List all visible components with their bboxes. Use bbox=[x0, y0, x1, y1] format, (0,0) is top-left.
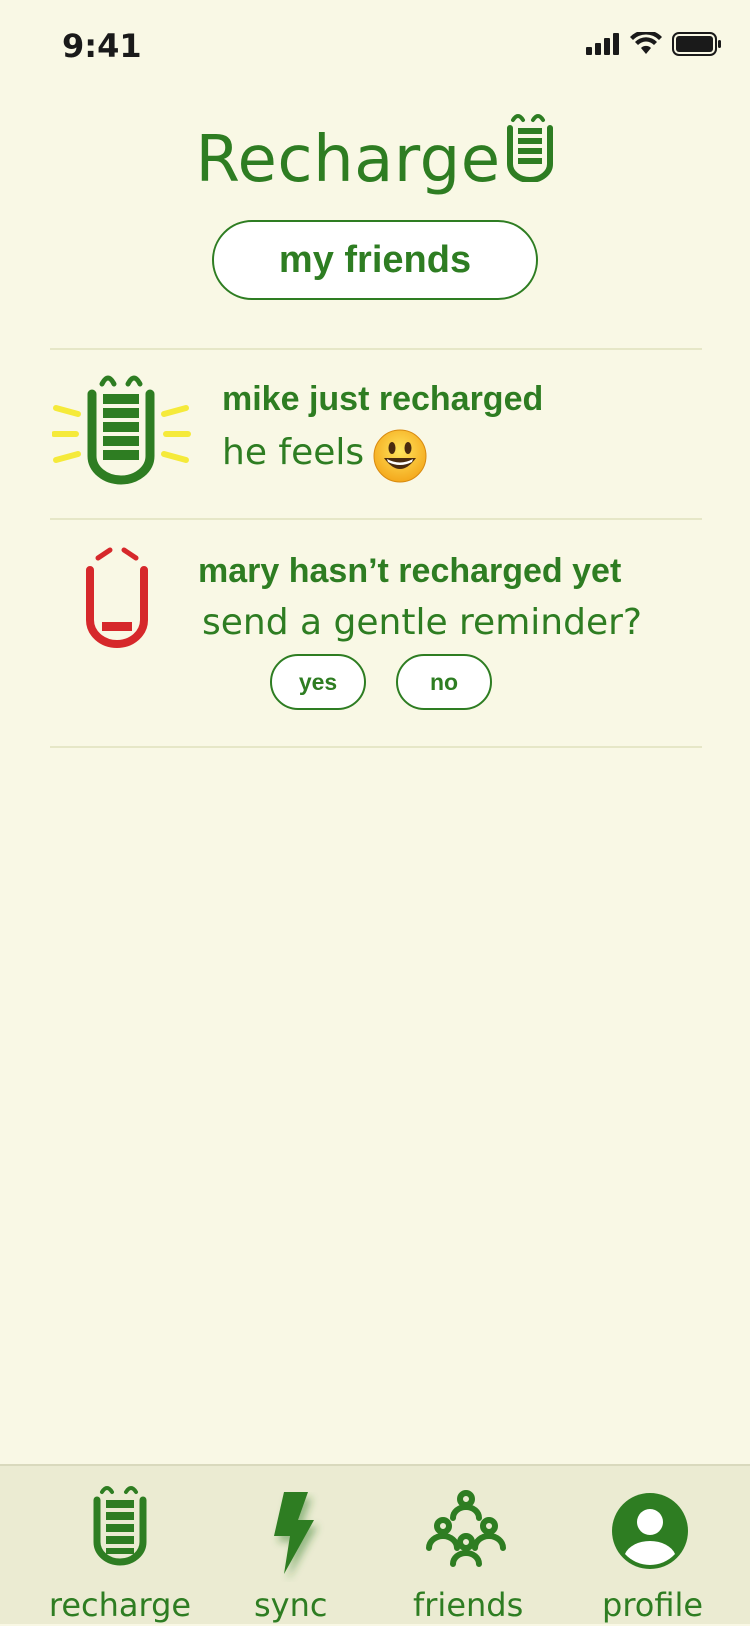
wifi-icon bbox=[630, 32, 662, 54]
tab-recharge[interactable]: recharge bbox=[40, 1466, 200, 1626]
smiley-emoji-icon bbox=[373, 429, 427, 483]
tab-label: profile bbox=[602, 1586, 704, 1624]
battery-icon bbox=[672, 32, 721, 56]
tab-profile[interactable]: profile bbox=[590, 1466, 710, 1626]
feed-title: mary hasn’t recharged yet bbox=[198, 552, 622, 590]
battery-icon bbox=[93, 1486, 147, 1566]
user-icon bbox=[612, 1493, 688, 1569]
tab-label: sync bbox=[254, 1586, 328, 1624]
status-bar: 9:41 bbox=[0, 0, 750, 92]
feed-item-mary: mary hasn’t recharged yet send a gentle … bbox=[50, 540, 702, 730]
tab-label: friends bbox=[413, 1586, 524, 1624]
my-friends-button[interactable]: my friends bbox=[212, 220, 538, 300]
reminder-yes-button[interactable]: yes bbox=[270, 654, 366, 710]
tab-label: recharge bbox=[48, 1586, 192, 1624]
tab-friends[interactable]: friends bbox=[396, 1466, 536, 1626]
people-icon bbox=[426, 1490, 506, 1567]
feed-subtitle: he feels bbox=[222, 432, 365, 473]
feed-title: mike just recharged bbox=[222, 380, 544, 418]
signal-icon bbox=[586, 33, 619, 55]
feed-item-mike: mike just recharged he feels bbox=[50, 370, 702, 520]
app-header: Recharge bbox=[0, 110, 750, 192]
divider bbox=[50, 348, 702, 350]
empty-battery-icon bbox=[86, 547, 148, 648]
divider bbox=[50, 746, 702, 748]
reminder-no-button[interactable]: no bbox=[396, 654, 492, 710]
tab-bar: recharge sync friends profile bbox=[0, 1464, 750, 1624]
status-time: 9:41 bbox=[62, 27, 142, 65]
status-icons bbox=[586, 32, 722, 56]
lightning-icon bbox=[274, 1492, 314, 1574]
battery-face-icon bbox=[506, 114, 553, 182]
charged-battery-icon bbox=[52, 375, 191, 485]
feed-subtitle: send a gentle reminder? bbox=[202, 602, 642, 643]
divider bbox=[50, 518, 702, 520]
app-title: Recharge bbox=[195, 123, 501, 197]
tab-sync[interactable]: sync bbox=[228, 1466, 348, 1626]
